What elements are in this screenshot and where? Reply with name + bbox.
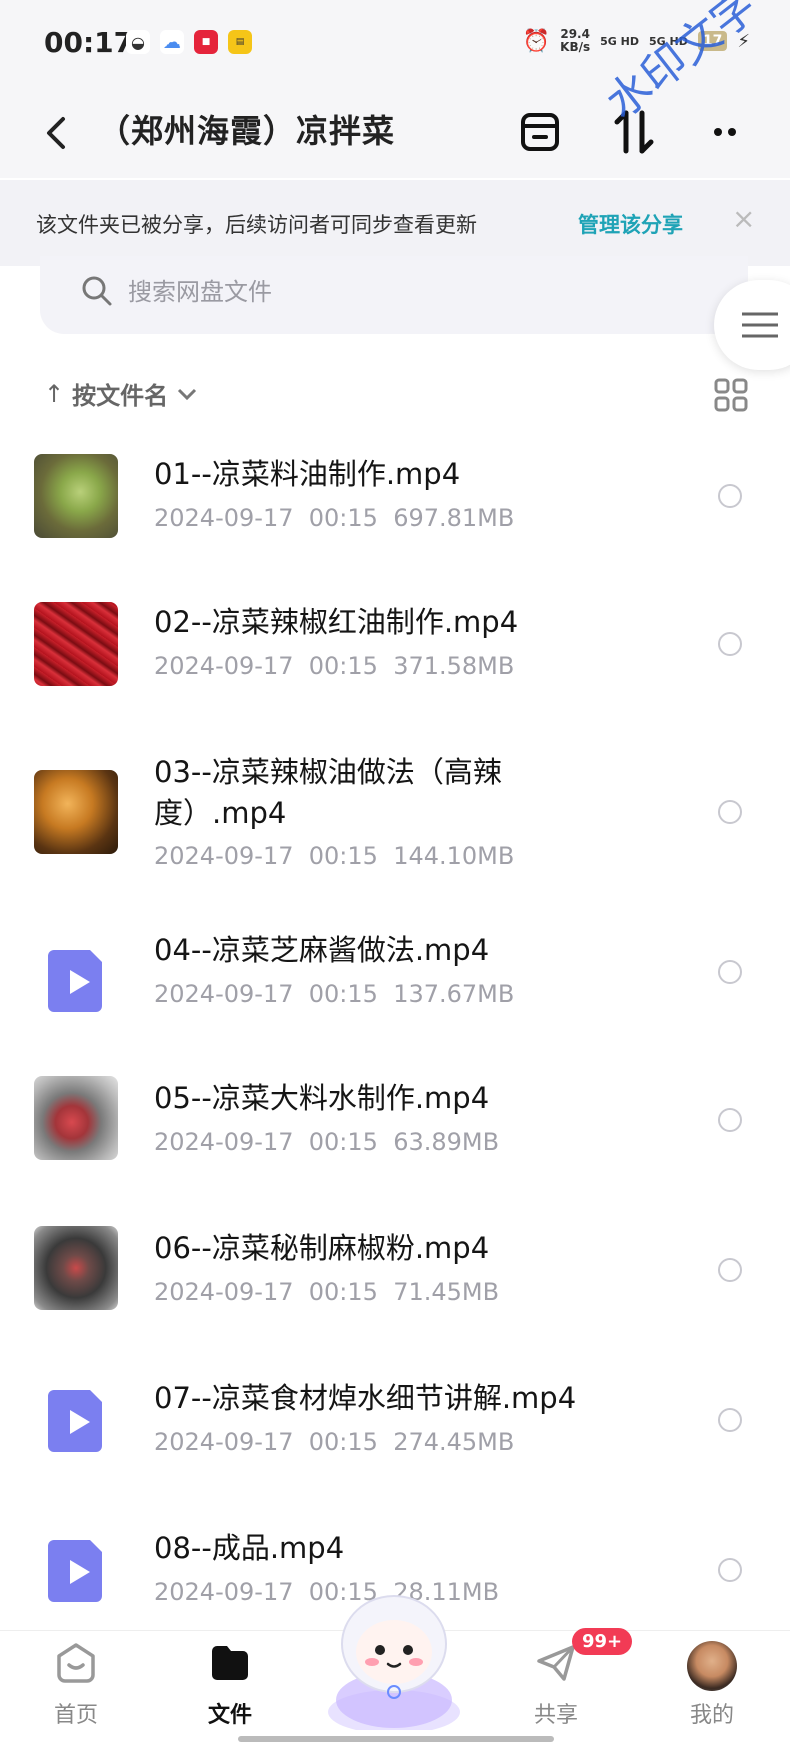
video-thumbnail (34, 1226, 118, 1310)
file-meta: 2024-09-17 00:15 697.81MB (154, 504, 514, 532)
video-thumbnail (34, 454, 118, 538)
file-date: 2024-09-17 (154, 1578, 294, 1606)
nav-share-label: 共享 (533, 1703, 578, 1728)
file-meta: 2024-09-17 00:15 144.10MB (154, 842, 514, 870)
search-placeholder: 搜索网盘文件 (128, 278, 272, 306)
back-arrow-icon (47, 117, 65, 149)
file-name: 01--凉菜料油制作.mp4 (154, 457, 461, 491)
file-size: 371.58MB (393, 652, 515, 680)
file-date: 2024-09-17 (154, 1428, 294, 1456)
back-button[interactable] (36, 108, 76, 158)
menu-icon (742, 312, 778, 338)
folder-icon (212, 1646, 248, 1680)
archive-icon (521, 113, 559, 151)
file-time: 00:15 (308, 1428, 378, 1456)
select-radio[interactable] (718, 632, 742, 656)
file-date: 2024-09-17 (154, 504, 294, 532)
video-file-icon (48, 1390, 102, 1452)
file-date: 2024-09-17 (154, 1128, 294, 1156)
share-badge: 99+ (572, 1628, 633, 1655)
file-size: 137.67MB (393, 980, 515, 1008)
nav-home[interactable]: 首页 (16, 1641, 136, 1729)
share-banner: 该文件夹已被分享，后续访问者可同步查看更新 管理该分享 × (0, 180, 790, 266)
home-indicator (238, 1736, 554, 1742)
file-meta: 2024-09-17 00:15 371.58MB (154, 652, 514, 680)
grid-view-icon[interactable] (714, 378, 748, 412)
cloud-app-icon: ☁ (160, 30, 184, 54)
nav-files[interactable]: 文件 (170, 1641, 290, 1729)
video-thumbnail (34, 602, 118, 686)
status-app-icons: ◒ ☁ ■ ▤ (126, 30, 252, 54)
select-radio[interactable] (718, 1258, 742, 1282)
file-meta: 2024-09-17 00:15 137.67MB (154, 980, 514, 1008)
nav-files-label: 文件 (207, 1703, 252, 1728)
file-meta: 2024-09-17 00:15 63.89MB (154, 1128, 499, 1156)
file-time: 00:15 (308, 1128, 378, 1156)
nav-mine[interactable]: 我的 (652, 1641, 772, 1729)
file-date: 2024-09-17 (154, 652, 294, 680)
shopping-app-icon: ■ (194, 30, 218, 54)
manage-share-link[interactable]: 管理该分享 (578, 209, 683, 239)
nav-home-label: 首页 (53, 1703, 98, 1728)
video-file-icon (48, 1540, 102, 1602)
file-size: 144.10MB (393, 842, 515, 870)
select-radio[interactable] (718, 1558, 742, 1582)
select-radio[interactable] (718, 1408, 742, 1432)
select-radio[interactable] (718, 960, 742, 984)
file-time: 00:15 (308, 1278, 378, 1306)
search-icon (82, 276, 112, 306)
alarm-icon: ⏰ (522, 28, 551, 54)
select-radio[interactable] (718, 1108, 742, 1132)
file-meta: 2024-09-17 00:15 71.45MB (154, 1278, 499, 1306)
file-date: 2024-09-17 (154, 980, 294, 1008)
file-date: 2024-09-17 (154, 1278, 294, 1306)
archive-button[interactable] (510, 102, 570, 162)
file-size: 697.81MB (393, 504, 515, 532)
file-name: 05--凉菜大料水制作.mp4 (154, 1081, 490, 1115)
video-thumbnail (34, 770, 118, 854)
close-banner-icon[interactable]: × (732, 202, 755, 235)
select-radio[interactable] (718, 484, 742, 508)
home-icon (57, 1643, 95, 1683)
file-time: 00:15 (308, 980, 378, 1008)
file-name: 06--凉菜秘制麻椒粉.mp4 (154, 1231, 490, 1265)
app-notification-icon: ◒ (126, 30, 150, 54)
network-speed: 29.4 KB/s (560, 28, 590, 54)
file-time: 00:15 (308, 504, 378, 532)
sort-label: 按文件名 (72, 382, 169, 410)
select-radio[interactable] (718, 800, 742, 824)
nav-mine-label: 我的 (689, 1703, 734, 1728)
file-size: 71.45MB (393, 1278, 500, 1306)
video-thumbnail (34, 1076, 118, 1160)
file-name: 07--凉菜食材焯水细节讲解.mp4 (154, 1381, 577, 1415)
more-button[interactable] (700, 102, 760, 162)
video-file-icon (48, 950, 102, 1012)
assistant-mascot-icon[interactable] (318, 1582, 470, 1730)
network-speed-unit: KB/s (560, 40, 591, 54)
file-time: 00:15 (308, 652, 378, 680)
folder-header: （郑州海霞）凉拌菜 (0, 90, 790, 178)
avatar (687, 1641, 737, 1691)
send-icon (537, 1645, 575, 1681)
network-speed-value: 29.4 (560, 27, 590, 41)
chevron-down-icon (178, 388, 197, 400)
search-bar[interactable]: 搜索网盘文件 (40, 256, 748, 334)
file-size: 274.45MB (393, 1428, 515, 1456)
reading-app-icon: ▤ (228, 30, 252, 54)
more-dots-icon (714, 128, 736, 136)
file-meta: 2024-09-17 00:15 274.45MB (154, 1428, 514, 1456)
share-banner-text: 该文件夹已被分享，后续访问者可同步查看更新 (36, 213, 477, 237)
file-name: 02--凉菜辣椒红油制作.mp4 (154, 605, 519, 639)
side-menu-button[interactable] (714, 280, 790, 370)
sort-arrow-icon: ↑ (44, 379, 65, 408)
page-title: （郑州海霞）凉拌菜 (98, 112, 396, 150)
sort-selector[interactable]: ↑ 按文件名 (44, 376, 198, 411)
file-name: 04--凉菜芝麻酱做法.mp4 (154, 933, 490, 967)
file-name: 03--凉菜辣椒油做法（高辣度）.mp4 (154, 755, 502, 830)
status-time: 00:17 (44, 26, 134, 59)
file-size: 63.89MB (393, 1128, 500, 1156)
file-time: 00:15 (308, 842, 378, 870)
file-date: 2024-09-17 (154, 842, 294, 870)
file-name: 08--成品.mp4 (154, 1531, 345, 1565)
